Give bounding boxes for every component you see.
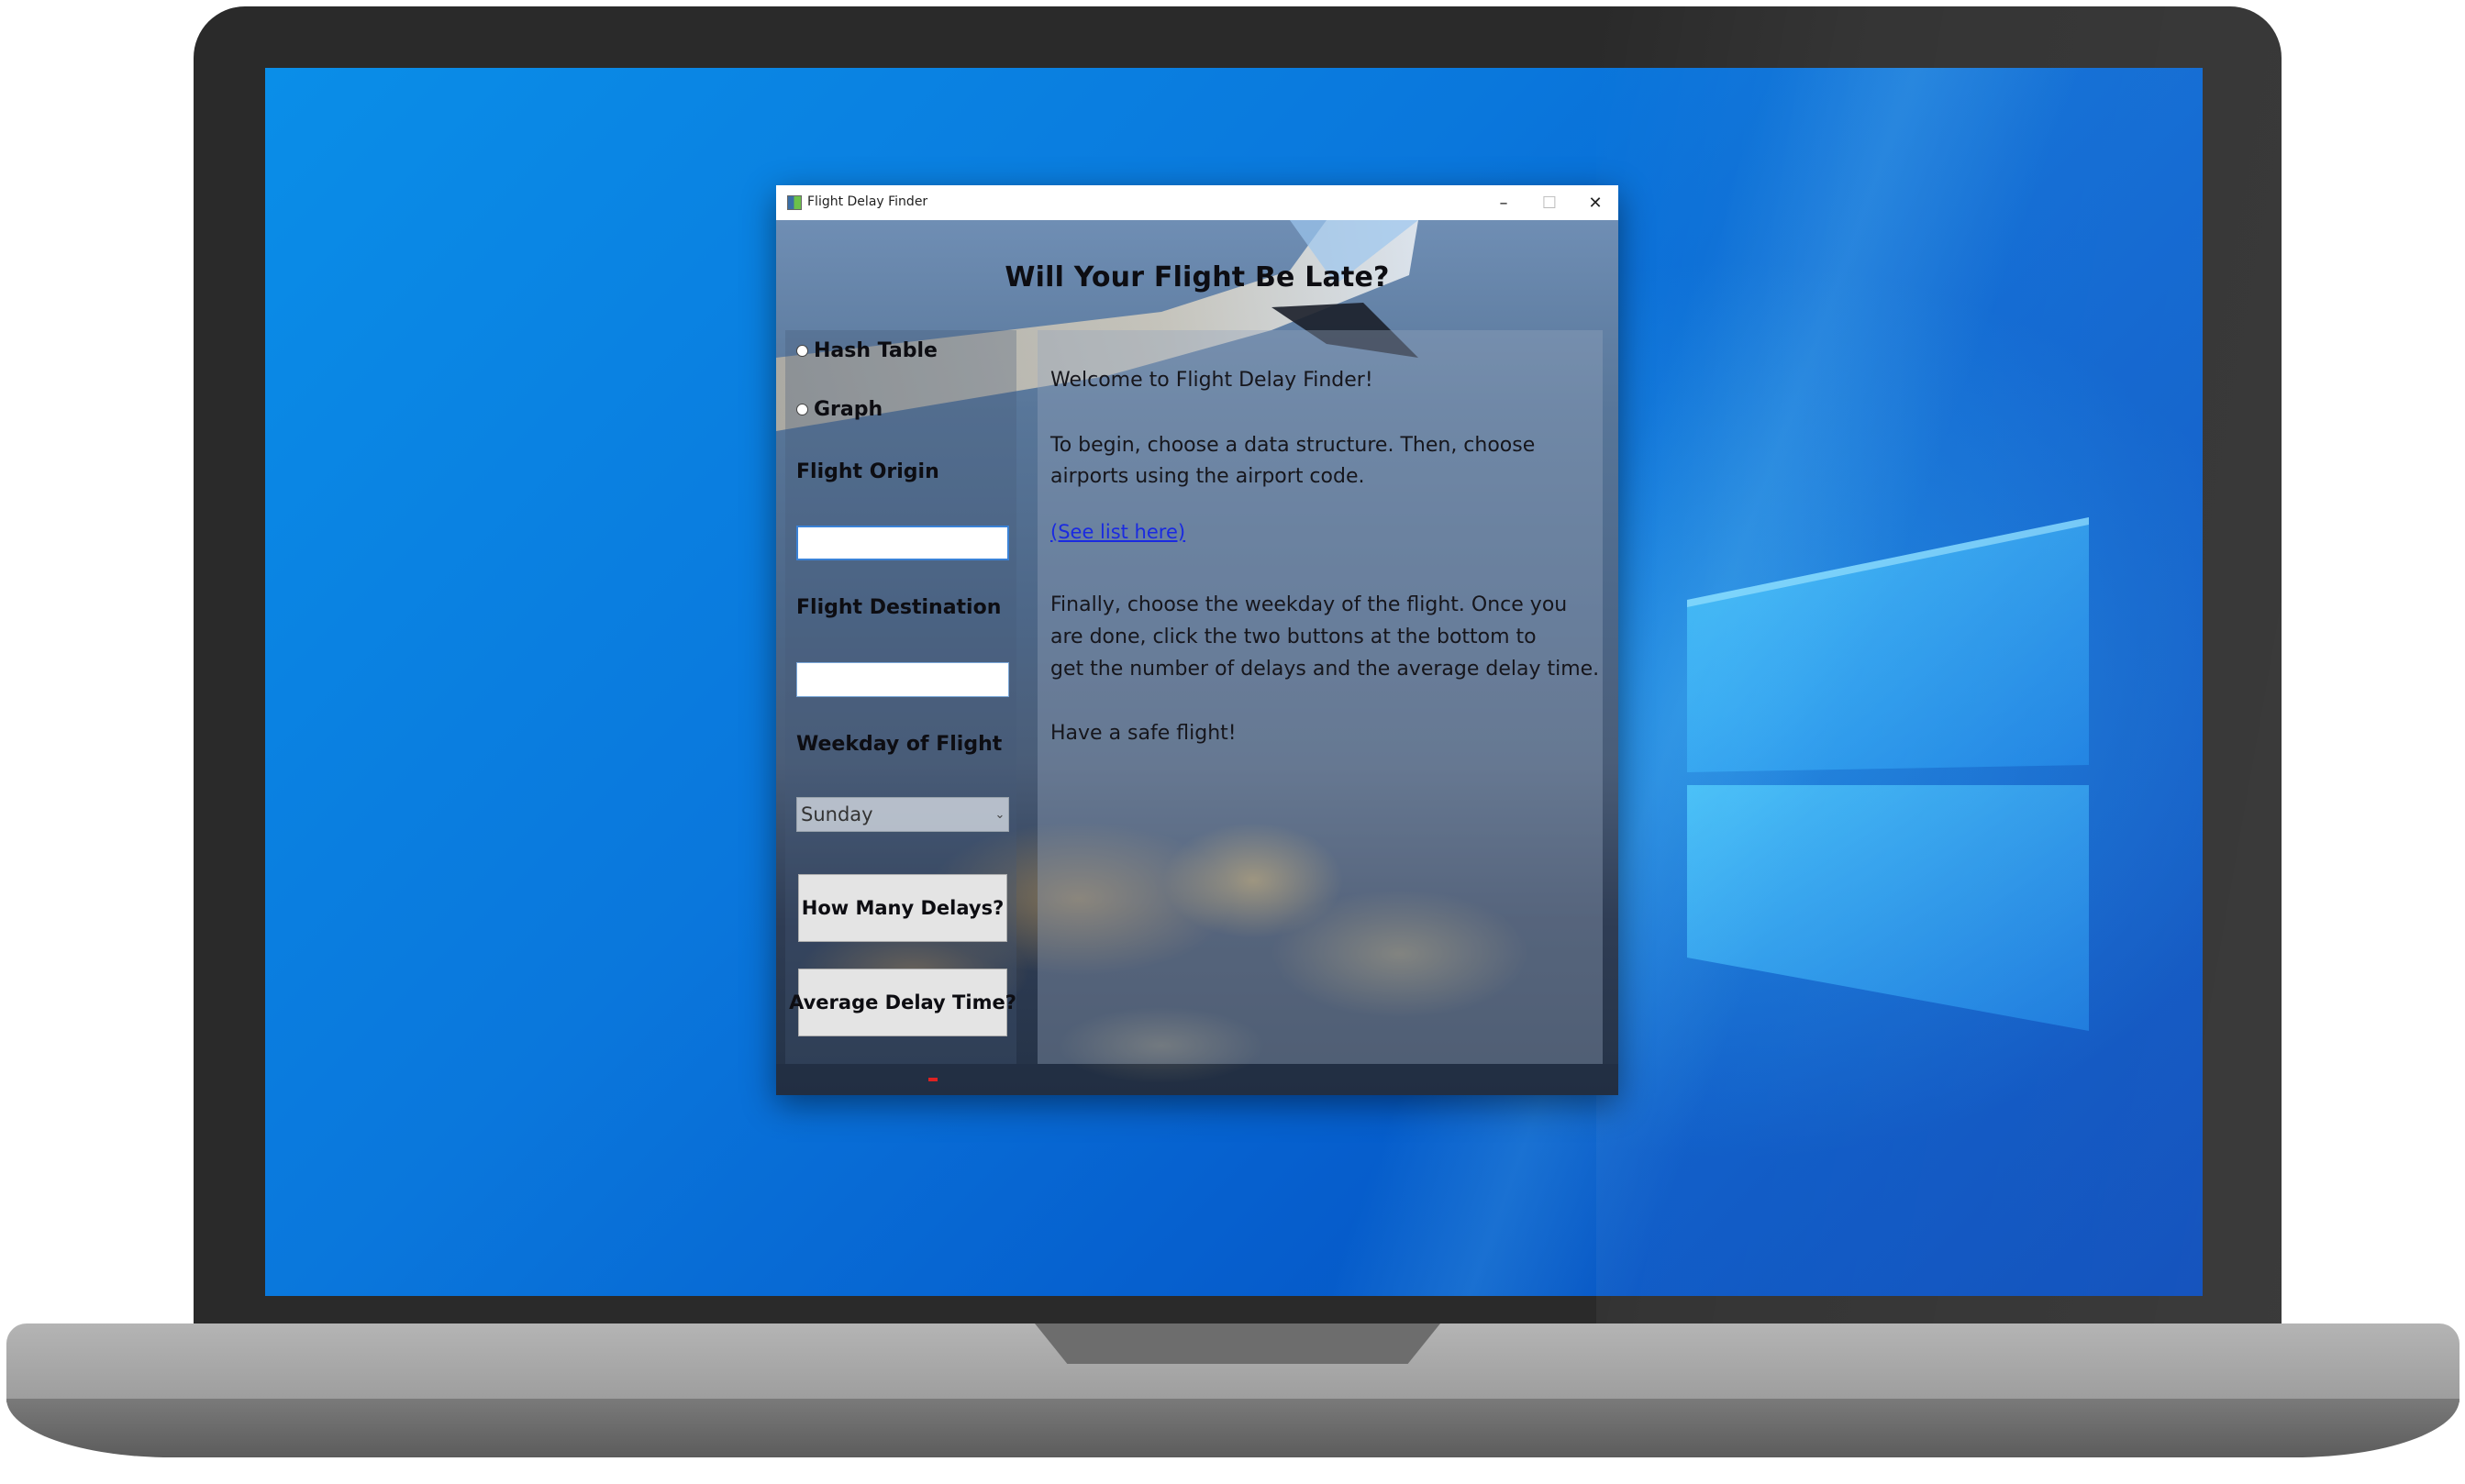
instructions-line: are done, click the two buttons at the b… xyxy=(1050,626,1537,648)
instructions-line: get the number of delays and the average… xyxy=(1050,658,1600,681)
input-panel xyxy=(785,330,1016,1064)
radio-graph[interactable]: Graph xyxy=(796,395,883,423)
app-window: Flight Delay Finder – ☐ ✕ Will Your Flig… xyxy=(776,185,1618,1095)
windows-logo-icon xyxy=(1687,517,2089,1031)
origin-label: Flight Origin xyxy=(796,460,939,483)
instructions-line: airports using the airport code. xyxy=(1050,465,1365,488)
weekday-selected-value: Sunday xyxy=(801,803,873,825)
how-many-delays-button[interactable]: How Many Delays? xyxy=(798,874,1007,942)
decorative-light xyxy=(928,1078,938,1081)
radio-circle[interactable] xyxy=(796,403,808,415)
welcome-text: Welcome to Flight Delay Finder! xyxy=(1050,369,1373,392)
instructions-panel: Welcome to Flight Delay Finder! To begin… xyxy=(1038,330,1603,1064)
radio-circle[interactable] xyxy=(796,344,808,357)
chevron-down-icon: ⌄ xyxy=(994,807,1005,822)
maximize-button[interactable]: ☐ xyxy=(1527,185,1572,220)
airport-list-link[interactable]: (See list here) xyxy=(1050,521,1185,543)
window-title: Flight Delay Finder xyxy=(807,194,928,209)
close-button[interactable]: ✕ xyxy=(1572,185,1618,220)
laptop-base-bottom xyxy=(6,1399,2459,1457)
radio-label: Graph xyxy=(814,397,883,421)
app-icon xyxy=(787,195,802,210)
window-bottom-strip xyxy=(776,1064,1618,1095)
app-content: Will Your Flight Be Late? Hash Table Gra… xyxy=(776,220,1618,1095)
app-heading: Will Your Flight Be Late? xyxy=(1005,261,1390,293)
laptop-hinge-notch xyxy=(1035,1323,1440,1364)
destination-label: Flight Destination xyxy=(796,596,1002,619)
weekday-select[interactable]: Sunday ⌄ xyxy=(796,797,1009,832)
weekday-label: Weekday of Flight xyxy=(796,733,1003,756)
window-titlebar[interactable]: Flight Delay Finder – ☐ ✕ xyxy=(776,185,1618,221)
instructions-line: To begin, choose a data structure. Then,… xyxy=(1050,434,1536,457)
average-delay-time-button[interactable]: Average Delay Time? xyxy=(789,969,1016,1036)
destination-input[interactable] xyxy=(796,662,1009,697)
instructions-line: Finally, choose the weekday of the fligh… xyxy=(1050,593,1568,616)
radio-label: Hash Table xyxy=(814,338,938,362)
closing-text: Have a safe flight! xyxy=(1050,722,1237,745)
minimize-button[interactable]: – xyxy=(1481,185,1527,220)
origin-input[interactable] xyxy=(796,526,1009,560)
radio-hash-table[interactable]: Hash Table xyxy=(796,337,938,364)
